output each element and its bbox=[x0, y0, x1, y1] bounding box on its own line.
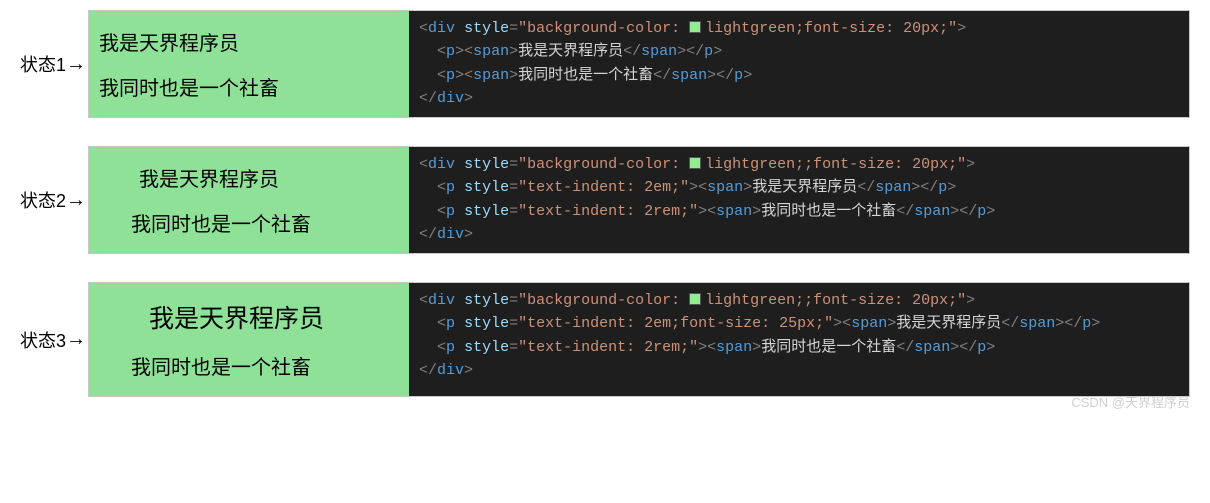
state-1-code-block: <div style="background-color: lightgreen… bbox=[409, 11, 1189, 117]
state-3-preview: 我是天界程序员 我同时也是一个社畜 bbox=[89, 283, 409, 396]
preview-line: 我是天界程序员 bbox=[99, 163, 399, 192]
state-1-label: 状态1 bbox=[20, 51, 66, 77]
state-2-panel: 我是天界程序员 我同时也是一个社畜 <div style="background… bbox=[88, 146, 1190, 254]
color-swatch-icon bbox=[689, 293, 701, 305]
arrow-icon: → bbox=[66, 189, 86, 212]
preview-line: 我同时也是一个社畜 bbox=[99, 351, 399, 380]
arrow-icon: → bbox=[66, 53, 86, 76]
state-2-code-block: <div style="background-color: lightgreen… bbox=[409, 147, 1189, 253]
watermark-text: CSDN @天界程序员 bbox=[1071, 392, 1190, 411]
preview-line: 我是天界程序员 bbox=[99, 299, 399, 335]
preview-line: 我同时也是一个社畜 bbox=[99, 208, 399, 237]
arrow-icon: → bbox=[66, 328, 86, 351]
state-1-panel: 我是天界程序员 我同时也是一个社畜 <div style="background… bbox=[88, 10, 1190, 118]
state-2-label: 状态2 bbox=[20, 187, 66, 213]
state-3-panel: 我是天界程序员 我同时也是一个社畜 <div style="background… bbox=[88, 282, 1190, 397]
state-2-preview: 我是天界程序员 我同时也是一个社畜 bbox=[89, 147, 409, 253]
state-3-code-block: <div style="background-color: lightgreen… bbox=[409, 283, 1189, 396]
preview-line: 我同时也是一个社畜 bbox=[99, 72, 399, 101]
state-3-label: 状态3 bbox=[20, 327, 66, 353]
state-1-preview: 我是天界程序员 我同时也是一个社畜 bbox=[89, 11, 409, 117]
state-1-row: 状态1 → 我是天界程序员 我同时也是一个社畜 <div style="back… bbox=[20, 10, 1190, 118]
color-swatch-icon bbox=[689, 21, 701, 33]
preview-line: 我是天界程序员 bbox=[99, 27, 399, 56]
color-swatch-icon bbox=[689, 157, 701, 169]
state-2-row: 状态2 → 我是天界程序员 我同时也是一个社畜 <div style="back… bbox=[20, 146, 1190, 254]
state-3-row: 状态3 → 我是天界程序员 我同时也是一个社畜 <div style="back… bbox=[20, 282, 1190, 397]
